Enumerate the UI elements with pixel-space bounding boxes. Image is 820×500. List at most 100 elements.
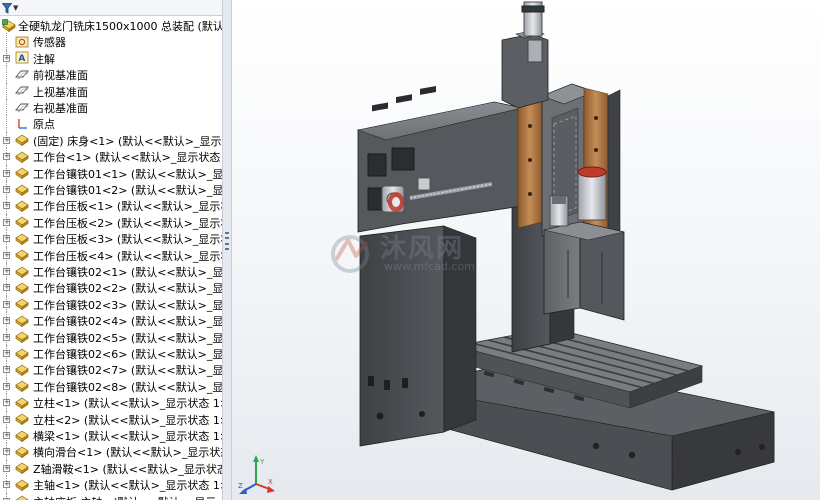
tree-item-label: 前视基准面 (33, 69, 88, 83)
expand-icon[interactable]: + (3, 432, 10, 439)
tree-item[interactable]: + Z轴滑鞍<1> (默认<<默认>_显示状态 1: (0, 459, 222, 477)
tree-item-label: 注解 (33, 52, 55, 66)
tree-item[interactable]: + 工作台压板<4> (默认<<默认>_显示状态 (0, 246, 222, 263)
svg-text:Z: Z (238, 482, 243, 490)
expand-icon[interactable]: + (3, 448, 10, 456)
origin-icon (14, 116, 29, 130)
tree-connector-line (6, 115, 7, 132)
tree-item[interactable]: + 工作台压板<2> (默认<<默认>_显示状态 (0, 213, 222, 231)
assembly-icon (1, 18, 16, 32)
expand-icon[interactable]: + (3, 235, 10, 243)
part-icon (14, 477, 29, 491)
part-icon (14, 362, 29, 376)
part-icon (14, 133, 29, 147)
tree-item-label: 传感器 (33, 36, 66, 50)
part-icon (14, 379, 29, 393)
tree-item[interactable]: 原点 (0, 115, 222, 132)
tree-item[interactable]: 前视基准面 (0, 66, 222, 83)
tree-item[interactable]: + 工作台镶铁01<1> (默认<<默认>_显示状 (0, 164, 222, 181)
reference-triad-icon[interactable]: Y X Z (236, 454, 276, 496)
expand-icon[interactable]: + (3, 202, 10, 210)
part-icon (14, 428, 29, 442)
tree-item[interactable]: + 立柱<2> (默认<<默认>_显示状态 1>) (0, 410, 222, 427)
tree-item-label: 右视基准面 (33, 102, 88, 115)
part-icon (14, 215, 29, 229)
part-icon (14, 412, 29, 426)
tree-item[interactable]: + 工作台<1> (默认<<默认>_显示状态 1> (0, 148, 222, 165)
tree-item[interactable]: + 工作台镶铁02<6> (默认<<默认>_显示状 (0, 345, 222, 362)
expand-icon[interactable]: + (3, 333, 10, 341)
tree-item[interactable]: + (固定) 床身<1> (默认<<默认>_显示状态 (0, 131, 222, 149)
tree-item-label: 主轴座板 主轴...(默认<<默认>_显示 (33, 494, 216, 500)
tree-item[interactable]: + A 注解 (0, 49, 222, 67)
plane-icon (14, 84, 29, 98)
svg-text:X: X (268, 478, 273, 486)
cross-beam[interactable] (356, 86, 523, 233)
expand-icon[interactable]: + (3, 169, 10, 177)
expand-icon[interactable]: + (3, 350, 10, 357)
tree-item[interactable]: 右视基准面 (0, 99, 222, 116)
watermark-url: www.mfcad.com (384, 260, 475, 273)
tree-item[interactable]: + 工作台压板<3> (默认<<默认>_显示状态 (0, 230, 222, 247)
tree-item[interactable]: + 横梁<1> (默认<<默认>_显示状态 1>) (0, 427, 222, 444)
filter-button[interactable]: ▼ (2, 1, 24, 15)
graphics-viewport[interactable]: 沐风网 www.mfcad.com Y X Z (232, 0, 820, 500)
expand-icon[interactable]: + (3, 153, 10, 161)
tree-item[interactable]: + 工作台镶铁02<3> (默认<<默认>_显示状 (0, 295, 222, 313)
expand-icon[interactable]: + (3, 54, 10, 62)
expand-icon[interactable]: + (3, 284, 10, 292)
gantry-mill-model[interactable] (232, 0, 820, 500)
expand-icon[interactable]: + (3, 464, 10, 472)
tree-connector-line (6, 99, 7, 116)
expand-icon[interactable]: + (3, 186, 10, 193)
tree-item[interactable]: 上视基准面 (0, 82, 222, 99)
expand-icon[interactable]: + (3, 366, 10, 374)
part-icon (14, 461, 29, 475)
part-icon (14, 166, 29, 180)
expand-icon[interactable]: + (3, 317, 10, 325)
tree-item[interactable]: + 工作台镶铁02<2> (默认<<默认>_显示状 (0, 279, 222, 296)
tree-item-label: (固定) 床身<1> (默认<<默认>_显示状态 (33, 134, 222, 148)
tree-item[interactable]: + 工作台镶铁02<8> (默认<<默认>_显示状 (0, 377, 222, 395)
tree-item-label: 立柱<1> (默认<<默认>_显示状态 1>) (33, 397, 222, 411)
expand-icon[interactable]: + (3, 136, 10, 144)
tree-item[interactable]: + 主轴<1> (默认<<默认>_显示状态 1>) (0, 476, 222, 493)
front-tool-holder[interactable] (388, 192, 404, 212)
tree-item[interactable]: + 工作台镶铁01<2> (默认<<默认>_显示状 (0, 181, 222, 198)
tree-item[interactable]: + 工作台镶铁02<1> (默认<<默认>_显示状 (0, 263, 222, 280)
tree-item-label: 工作台压板<3> (默认<<默认>_显示状态 (33, 233, 222, 247)
tree-item-label: 上视基准面 (33, 85, 88, 99)
expand-icon[interactable]: + (3, 300, 10, 308)
splitter-grip-icon[interactable] (225, 232, 230, 250)
tree-item[interactable]: + 横向滑台<1> (默认<<默认>_显示状态 1 (0, 443, 222, 460)
tree-item[interactable]: + 工作台镶铁02<5> (默认<<默认>_显示状 (0, 328, 222, 345)
tree-item[interactable]: + 工作台镶铁02<4> (默认<<默认>_显示状 (0, 312, 222, 329)
tree-root-item[interactable]: 全硬轨龙门铣床1500x1000 总装配 (默认<<默认 (0, 17, 222, 33)
tree-item[interactable]: + 工作台压板<1> (默认<<默认>_显示状态 (0, 197, 222, 214)
expand-icon[interactable]: + (3, 481, 10, 489)
tree-item[interactable]: 传感器 (0, 33, 222, 50)
tree-item-label: 横梁<1> (默认<<默认>_显示状态 1>) (33, 430, 222, 443)
tree-item[interactable]: + 立柱<1> (默认<<默认>_显示状态 1>) (0, 394, 222, 411)
expand-icon[interactable]: + (3, 415, 10, 423)
tree-item[interactable]: +主轴座板 主轴...(默认<<默认>_显示 (0, 492, 222, 500)
expand-icon[interactable]: + (3, 268, 10, 275)
tree-item-label: 工作台镶铁02<4> (默认<<默认>_显示状 (33, 315, 222, 329)
part-icon (14, 494, 29, 500)
chevron-down-icon: ▼ (13, 4, 19, 12)
panel-splitter[interactable] (222, 0, 232, 500)
plane-icon (14, 100, 29, 114)
expand-icon[interactable]: + (3, 399, 10, 407)
tree-item-label: 立柱<2> (默认<<默认>_显示状态 1>) (33, 413, 222, 427)
part-icon (14, 182, 29, 196)
tree-item-label: 工作台镶铁01<2> (默认<<默认>_显示状 (33, 184, 222, 197)
part-icon (14, 346, 29, 360)
expand-icon[interactable]: + (3, 251, 10, 259)
tree-item-label: 工作台压板<4> (默认<<默认>_显示状态 (33, 249, 222, 263)
mfcad-logo-icon (331, 235, 369, 273)
tree-item-label: 工作台镶铁02<7> (默认<<默认>_显示状 (33, 364, 222, 378)
tree-item[interactable]: + 工作台镶铁02<7> (默认<<默认>_显示状 (0, 361, 222, 378)
annotation-icon: A (14, 51, 29, 65)
expand-icon[interactable]: + (3, 382, 10, 390)
expand-icon[interactable]: + (3, 218, 10, 226)
